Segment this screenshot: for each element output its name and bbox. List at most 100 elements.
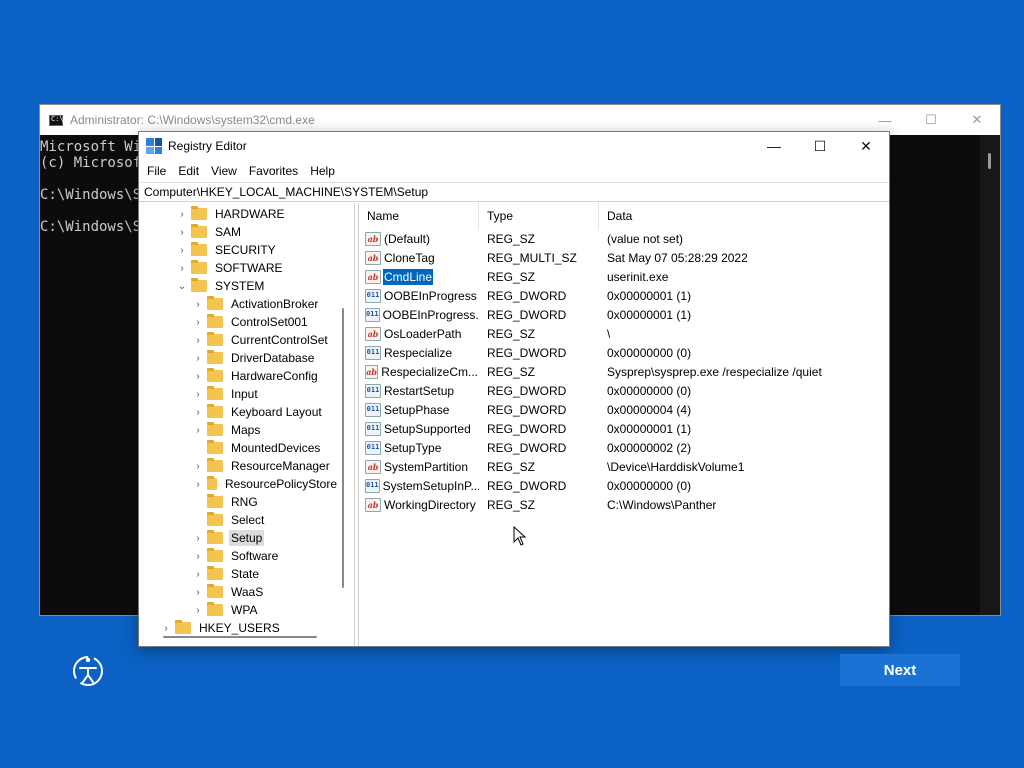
value-row[interactable]: ab SystemPartition REG_SZ \Device\HarddiskV… — [359, 457, 889, 476]
tree-horizontal-scrollbar[interactable] — [163, 636, 317, 638]
value-row[interactable]: ab WorkingDirectory REG_SZ C:\Windows\Panth… — [359, 495, 889, 514]
value-row[interactable]: ab OsLoaderPath REG_SZ \ — [359, 324, 889, 343]
tree-item-software[interactable]: › Software — [139, 547, 339, 565]
value-row[interactable]: 011 Respecialize REG_DWORD 0x00000000 (0) — [359, 343, 889, 362]
tree-item-input[interactable]: › Input — [139, 385, 339, 403]
tree-item-maps[interactable]: › Maps — [139, 421, 339, 439]
registry-tree-pane[interactable]: › HARDWARE › SAM › SECURITY › SOFTWARE ⌄ SYSTEM › A… — [139, 203, 355, 646]
tree-item-rng[interactable]: RNG — [139, 493, 339, 511]
chevron-right-icon[interactable]: › — [193, 352, 203, 364]
value-row[interactable]: 011 SetupType REG_DWORD 0x00000002 (2) — [359, 438, 889, 457]
value-name: SetupPhase — [384, 402, 450, 417]
value-row[interactable]: ab (Default) REG_SZ (value not set) — [359, 229, 889, 248]
tree-item-resourcemanager[interactable]: › ResourceManager — [139, 457, 339, 475]
cmd-maximize-button[interactable]: ☐ — [908, 105, 954, 135]
chevron-right-icon[interactable]: › — [193, 316, 203, 328]
value-row[interactable]: 011 OOBEInProgress REG_DWORD 0x00000001 (1) — [359, 286, 889, 305]
chevron-right-icon[interactable]: › — [177, 262, 187, 274]
value-row[interactable]: ab RespecializeCm... REG_SZ Sysprep\sysprep… — [359, 362, 889, 381]
chevron-right-icon[interactable]: › — [193, 586, 203, 598]
chevron-right-icon[interactable]: › — [177, 244, 187, 256]
value-row[interactable]: 011 SetupPhase REG_DWORD 0x00000004 (4) — [359, 400, 889, 419]
cmd-close-button[interactable]: ✕ — [954, 105, 1000, 135]
chevron-right-icon[interactable] — [193, 442, 203, 454]
value-name: (Default) — [384, 231, 431, 246]
regedit-menubar: File Edit View Favorites Help — [139, 160, 889, 182]
string-value-icon: ab — [365, 497, 381, 512]
tree-item-label: SAM — [215, 225, 242, 239]
chevron-right-icon[interactable]: › — [193, 460, 203, 472]
chevron-right-icon[interactable] — [193, 514, 203, 526]
chevron-right-icon[interactable]: › — [177, 226, 187, 238]
chevron-right-icon[interactable]: › — [193, 550, 203, 562]
tree-item-currentcontrolset[interactable]: › CurrentControlSet — [139, 331, 339, 349]
tree-item-controlset001[interactable]: › ControlSet001 — [139, 313, 339, 331]
tree-item-driverdatabase[interactable]: › DriverDatabase — [139, 349, 339, 367]
menu-help[interactable]: Help — [304, 164, 341, 178]
chevron-right-icon[interactable] — [193, 496, 203, 508]
value-row[interactable]: 011 SetupSupported REG_DWORD 0x00000001 (1) — [359, 419, 889, 438]
value-row[interactable]: 011 SystemSetupInP... REG_DWORD 0x00000000 … — [359, 476, 889, 495]
cmd-scrollbar[interactable] — [980, 135, 1000, 615]
address-bar[interactable]: Computer\HKEY_LOCAL_MACHINE\SYSTEM\Setup — [139, 182, 889, 202]
chevron-right-icon[interactable]: › — [193, 568, 203, 580]
tree-item-mounteddevices[interactable]: MountedDevices — [139, 439, 339, 457]
tree-item-system[interactable]: ⌄ SYSTEM — [139, 277, 339, 295]
tree-item-hardware[interactable]: › HARDWARE — [139, 205, 339, 223]
registry-editor-window[interactable]: Registry Editor — ☐ ✕ File Edit View Fav… — [138, 131, 890, 647]
value-row[interactable]: ab CmdLine REG_SZ userinit.exe — [359, 267, 889, 286]
chevron-right-icon[interactable]: › — [193, 334, 203, 346]
tree-item-software[interactable]: › SOFTWARE — [139, 259, 339, 277]
folder-icon — [207, 386, 223, 400]
chevron-right-icon[interactable]: › — [193, 370, 203, 382]
menu-edit[interactable]: Edit — [172, 164, 205, 178]
value-row[interactable]: ab CloneTag REG_MULTI_SZ Sat May 07 05:28:2… — [359, 248, 889, 267]
tree-item-wpa[interactable]: › WPA — [139, 601, 339, 619]
chevron-right-icon[interactable]: › — [193, 478, 203, 490]
value-row[interactable]: 011 RestartSetup REG_DWORD 0x00000000 (0) — [359, 381, 889, 400]
value-row[interactable]: 011 OOBEInProgress... REG_DWORD 0x00000001 … — [359, 305, 889, 324]
chevron-right-icon[interactable]: › — [193, 604, 203, 616]
column-header-name[interactable]: Name — [359, 203, 479, 229]
value-type: REG_DWORD — [487, 421, 567, 436]
tree-item-sam[interactable]: › SAM — [139, 223, 339, 241]
value-name-cell: 011 RestartSetup — [359, 383, 479, 399]
regedit-close-button[interactable]: ✕ — [843, 132, 889, 160]
value-data: 0x00000000 (0) — [607, 478, 692, 493]
chevron-right-icon[interactable]: › — [193, 388, 203, 400]
next-button[interactable]: Next — [840, 654, 960, 686]
chevron-right-icon[interactable]: › — [193, 406, 203, 418]
menu-view[interactable]: View — [205, 164, 243, 178]
tree-item-hardwareconfig[interactable]: › HardwareConfig — [139, 367, 339, 385]
tree-item-label: SOFTWARE — [215, 261, 283, 275]
chevron-right-icon[interactable]: › — [161, 622, 171, 634]
regedit-minimize-button[interactable]: — — [751, 132, 797, 160]
chevron-right-icon[interactable]: › — [193, 298, 203, 310]
regedit-titlebar[interactable]: Registry Editor — ☐ ✕ — [139, 132, 889, 160]
tree-item-setup[interactable]: › Setup — [139, 529, 339, 547]
chevron-down-icon[interactable]: ⌄ — [177, 280, 187, 292]
tree-item-label: HARDWARE — [215, 207, 285, 221]
tree-item-resourcepolicystore[interactable]: › ResourcePolicyStore — [139, 475, 339, 493]
column-header-type[interactable]: Type — [479, 203, 599, 229]
tree-vertical-scrollbar[interactable] — [342, 308, 344, 588]
regedit-maximize-button[interactable]: ☐ — [797, 132, 843, 160]
tree-item-state[interactable]: › State — [139, 565, 339, 583]
tree-item-select[interactable]: Select — [139, 511, 339, 529]
values-list-pane[interactable]: Name Type Data ab (Default) REG_SZ (value n… — [359, 203, 889, 646]
menu-favorites[interactable]: Favorites — [243, 164, 304, 178]
chevron-right-icon[interactable]: › — [193, 424, 203, 436]
tree-item-hkey-users[interactable]: › HKEY_USERS — [139, 619, 339, 637]
tree-item-security[interactable]: › SECURITY — [139, 241, 339, 259]
tree-item-activationbroker[interactable]: › ActivationBroker — [139, 295, 339, 313]
cmd-scrollbar-thumb[interactable] — [988, 153, 991, 169]
chevron-right-icon[interactable]: › — [193, 532, 203, 544]
tree-item-keyboard-layout[interactable]: › Keyboard Layout — [139, 403, 339, 421]
value-data: userinit.exe — [607, 269, 669, 284]
chevron-right-icon[interactable]: › — [177, 208, 187, 220]
accessibility-icon[interactable] — [71, 654, 105, 688]
folder-icon — [207, 314, 223, 328]
menu-file[interactable]: File — [141, 164, 172, 178]
tree-item-waas[interactable]: › WaaS — [139, 583, 339, 601]
column-header-data[interactable]: Data — [599, 203, 879, 229]
